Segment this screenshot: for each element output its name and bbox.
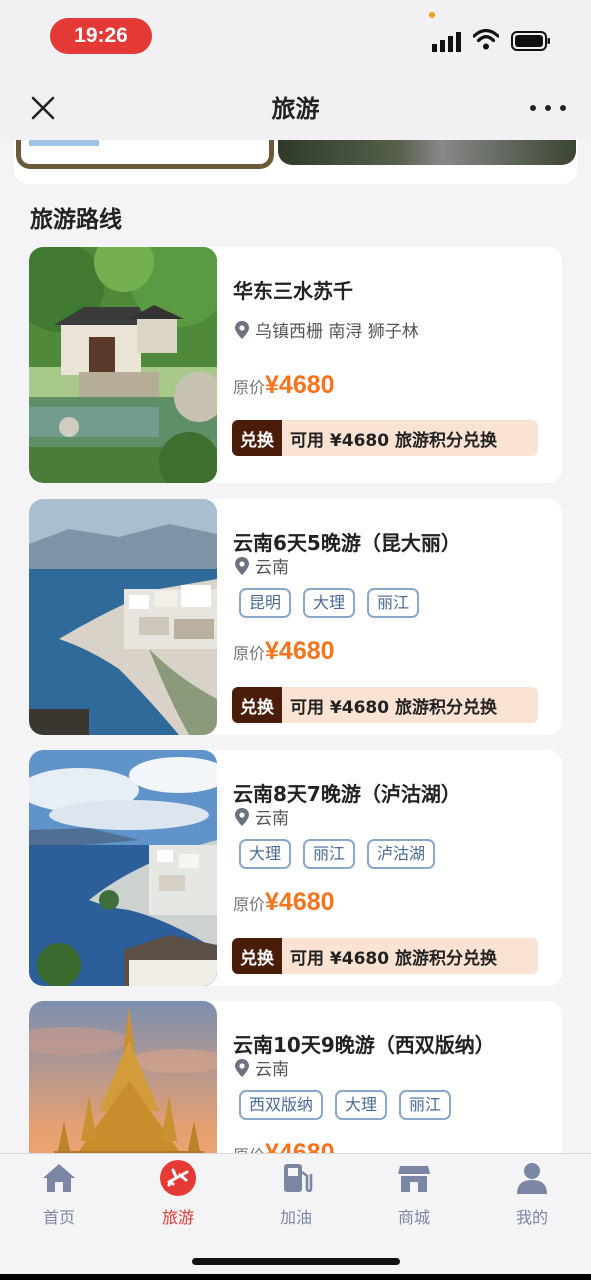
price-value: ¥4680	[265, 888, 335, 916]
route-title: 云南8天7晚游（泸沽湖）	[233, 782, 461, 806]
tab-profile[interactable]: 我的	[492, 1160, 572, 1228]
tab-fuel[interactable]: 加油	[256, 1160, 336, 1228]
more-options-icon[interactable]	[530, 95, 566, 121]
section-title: 旅游路线	[30, 207, 122, 233]
more-dot	[545, 105, 551, 111]
more-dot	[530, 105, 536, 111]
route-price: 原价 ¥4680	[233, 371, 335, 400]
plane-icon	[160, 1160, 196, 1196]
route-thumbnail	[29, 247, 217, 483]
route-price: 原价 ¥4680	[233, 888, 335, 917]
screen: 19:26 旅游 旅游路线 华东三水苏千 乌镇西栅 南浔 狮子林 原价 ¥468…	[0, 0, 591, 1280]
route-card[interactable]: 华东三水苏千 乌镇西栅 南浔 狮子林 原价 ¥4680 兑换 可用 ¥4680 …	[29, 247, 562, 483]
featured-banner-left-image[interactable]	[16, 140, 274, 169]
wifi-icon	[473, 28, 499, 50]
route-thumbnail	[29, 499, 217, 735]
price-label: 原价	[233, 378, 266, 397]
route-location-text: 云南	[255, 1060, 289, 1080]
tab-label: 首页	[42, 1208, 75, 1227]
route-tag[interactable]: 丽江	[367, 588, 420, 618]
tab-home[interactable]: 首页	[19, 1160, 99, 1228]
route-title: 云南10天9晚游（西双版纳）	[233, 1033, 495, 1057]
location-pin-icon	[235, 320, 249, 339]
more-dot	[560, 105, 566, 111]
route-title: 云南6天5晚游（昆大丽）	[233, 531, 461, 555]
exchange-bar[interactable]: 兑换 可用 ¥4680 旅游积分兑换	[232, 420, 538, 456]
route-tag[interactable]: 昆明	[239, 588, 292, 618]
price-value: ¥4680	[265, 371, 335, 399]
status-time: 19:26	[50, 18, 152, 54]
route-location-text: 乌镇西栅 南浔 狮子林	[255, 322, 419, 342]
featured-banner-card	[14, 140, 577, 184]
home-indicator[interactable]	[192, 1258, 400, 1265]
tab-store[interactable]: 商城	[374, 1160, 454, 1228]
exchange-text: 可用 ¥4680 旅游积分兑换	[290, 430, 497, 451]
device-bezel	[0, 1274, 591, 1280]
route-tag[interactable]: 泸沽湖	[367, 839, 436, 869]
tab-label: 我的	[515, 1208, 548, 1227]
location-pin-icon	[235, 807, 249, 826]
page-title: 旅游	[271, 95, 320, 123]
route-thumbnail	[29, 750, 217, 986]
route-price: 原价 ¥4680	[233, 637, 335, 666]
price-value: ¥4680	[265, 637, 335, 665]
route-title: 华东三水苏千	[233, 279, 353, 303]
navigation-bar: 旅游	[0, 75, 591, 140]
route-location: 云南	[235, 804, 289, 829]
tab-label: 旅游	[161, 1208, 194, 1227]
tab-label: 加油	[279, 1208, 312, 1227]
privacy-indicator-dot	[429, 12, 435, 18]
route-tags: 大理 丽江 泸沽湖	[239, 839, 436, 869]
store-icon	[398, 1166, 430, 1192]
route-tags: 西双版纳 大理 丽江	[239, 1090, 452, 1120]
exchange-bar[interactable]: 兑换 可用 ¥4680 旅游积分兑换	[232, 938, 538, 974]
route-tag[interactable]: 丽江	[303, 839, 356, 869]
exchange-badge: 兑换	[232, 938, 282, 974]
home-icon	[43, 1164, 75, 1192]
route-tag[interactable]: 大理	[303, 588, 356, 618]
exchange-text: 可用 ¥4680 旅游积分兑换	[290, 948, 497, 969]
route-tag[interactable]: 大理	[239, 839, 292, 869]
cellular-signal-icon	[432, 32, 461, 52]
price-label: 原价	[233, 895, 266, 914]
route-location: 乌镇西栅 南浔 狮子林	[235, 317, 419, 342]
exchange-badge: 兑换	[232, 420, 282, 456]
tab-travel[interactable]: 旅游	[138, 1160, 218, 1228]
route-tag[interactable]: 丽江	[399, 1090, 452, 1120]
exchange-text: 可用 ¥4680 旅游积分兑换	[290, 697, 497, 718]
user-icon	[517, 1163, 547, 1194]
location-pin-icon	[235, 556, 249, 575]
route-location: 云南	[235, 1055, 289, 1080]
battery-icon	[511, 31, 550, 51]
fuel-pump-icon	[284, 1164, 313, 1193]
route-tags: 昆明 大理 丽江	[239, 588, 420, 618]
route-location: 云南	[235, 553, 289, 578]
route-tag[interactable]: 大理	[335, 1090, 388, 1120]
status-bar: 19:26	[0, 0, 591, 75]
exchange-badge: 兑换	[232, 687, 282, 723]
route-card[interactable]: 云南8天7晚游（泸沽湖） 云南 大理 丽江 泸沽湖 原价 ¥4680 兑换 可用…	[29, 750, 562, 986]
route-card[interactable]: 云南6天5晚游（昆大丽） 云南 昆明 大理 丽江 原价 ¥4680 兑换 可用 …	[29, 499, 562, 735]
tab-label: 商城	[397, 1208, 430, 1227]
location-pin-icon	[235, 1058, 249, 1077]
route-tag[interactable]: 西双版纳	[239, 1090, 324, 1120]
exchange-bar[interactable]: 兑换 可用 ¥4680 旅游积分兑换	[232, 687, 538, 723]
route-location-text: 云南	[255, 809, 289, 829]
route-location-text: 云南	[255, 558, 289, 578]
price-label: 原价	[233, 644, 266, 663]
featured-banner-right-image[interactable]	[278, 140, 576, 165]
